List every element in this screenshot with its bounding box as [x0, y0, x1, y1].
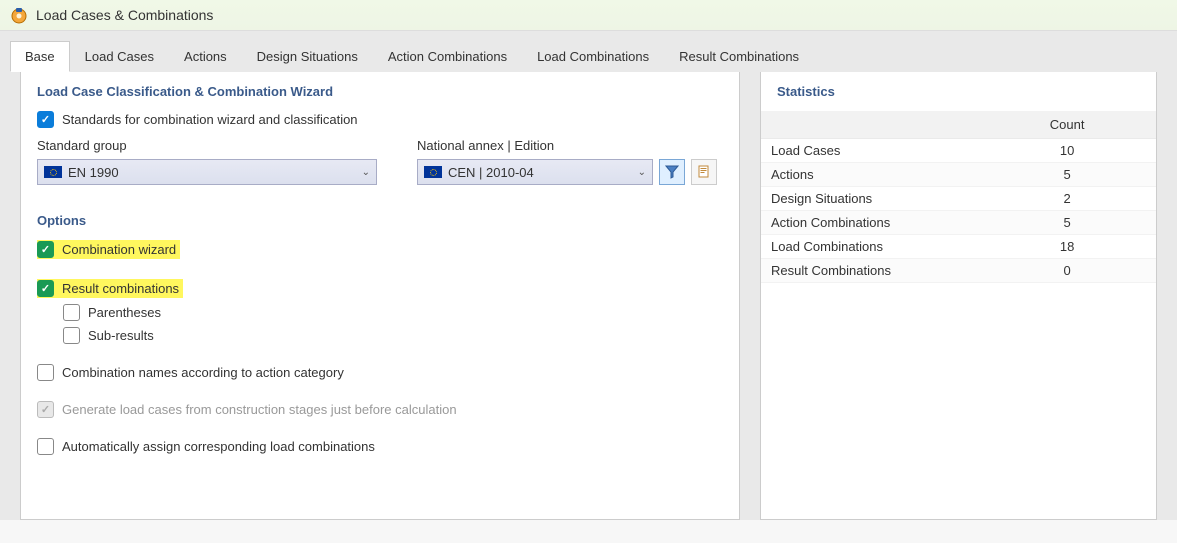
generate-load-cases-checkbox [37, 401, 54, 418]
statistics-table: Count Load Cases 10 Actions 5 Design Sit… [761, 111, 1156, 283]
table-row: Load Cases 10 [761, 139, 1156, 163]
standards-label: Standards for combination wizard and cla… [62, 112, 358, 127]
standard-group-label: Standard group [37, 138, 377, 153]
panel-statistics: Statistics Count Load Cases 10 Actions [760, 72, 1157, 520]
options-title: Options [37, 213, 723, 228]
standard-group-value: EN 1990 [68, 165, 356, 180]
eu-flag-icon [44, 166, 62, 178]
sub-results-label: Sub-results [88, 328, 154, 343]
stats-header-blank [761, 111, 978, 139]
table-row: Actions 5 [761, 163, 1156, 187]
generate-load-cases-label: Generate load cases from construction st… [62, 402, 457, 417]
tab-actions[interactable]: Actions [169, 41, 242, 72]
standards-checkbox[interactable] [37, 111, 54, 128]
auto-assign-checkbox[interactable] [37, 438, 54, 455]
combination-names-label: Combination names according to action ca… [62, 365, 344, 380]
settings-button[interactable] [691, 159, 717, 185]
app-icon [10, 6, 28, 24]
parentheses-label: Parentheses [88, 305, 161, 320]
statistics-title: Statistics [761, 84, 1156, 99]
table-row: Design Situations 2 [761, 187, 1156, 211]
combination-wizard-checkbox[interactable] [37, 241, 54, 258]
result-combinations-label: Result combinations [62, 281, 179, 296]
table-row: Action Combinations 5 [761, 211, 1156, 235]
sub-results-checkbox[interactable] [63, 327, 80, 344]
tab-action-combinations[interactable]: Action Combinations [373, 41, 522, 72]
combination-names-checkbox[interactable] [37, 364, 54, 381]
funnel-icon [665, 165, 679, 179]
standard-group-dropdown[interactable]: EN 1990 ⌄ [37, 159, 377, 185]
eu-flag-icon [424, 166, 442, 178]
tab-design-situations[interactable]: Design Situations [242, 41, 373, 72]
panel-main: Load Case Classification & Combination W… [20, 72, 740, 520]
filter-button[interactable] [659, 159, 685, 185]
tabstrip: Base Load Cases Actions Design Situation… [10, 41, 1167, 72]
wizard-title: Load Case Classification & Combination W… [37, 84, 723, 99]
auto-assign-label: Automatically assign corresponding load … [62, 439, 375, 454]
chevron-down-icon: ⌄ [362, 167, 370, 178]
annex-dropdown[interactable]: CEN | 2010-04 ⌄ [417, 159, 653, 185]
chevron-down-icon: ⌄ [638, 167, 646, 178]
result-combinations-checkbox[interactable] [37, 280, 54, 297]
tab-load-combinations[interactable]: Load Combinations [522, 41, 664, 72]
document-icon [697, 165, 711, 179]
annex-label: National annex | Edition [417, 138, 717, 153]
parentheses-checkbox[interactable] [63, 304, 80, 321]
tab-base[interactable]: Base [10, 41, 70, 72]
table-row: Result Combinations 0 [761, 259, 1156, 283]
tab-load-cases[interactable]: Load Cases [70, 41, 169, 72]
window-header: Load Cases & Combinations [0, 0, 1177, 31]
annex-value: CEN | 2010-04 [448, 165, 632, 180]
combination-wizard-label: Combination wizard [62, 242, 176, 257]
stats-header-count: Count [978, 111, 1156, 139]
tab-result-combinations[interactable]: Result Combinations [664, 41, 814, 72]
window-title: Load Cases & Combinations [36, 7, 213, 23]
table-row: Load Combinations 18 [761, 235, 1156, 259]
